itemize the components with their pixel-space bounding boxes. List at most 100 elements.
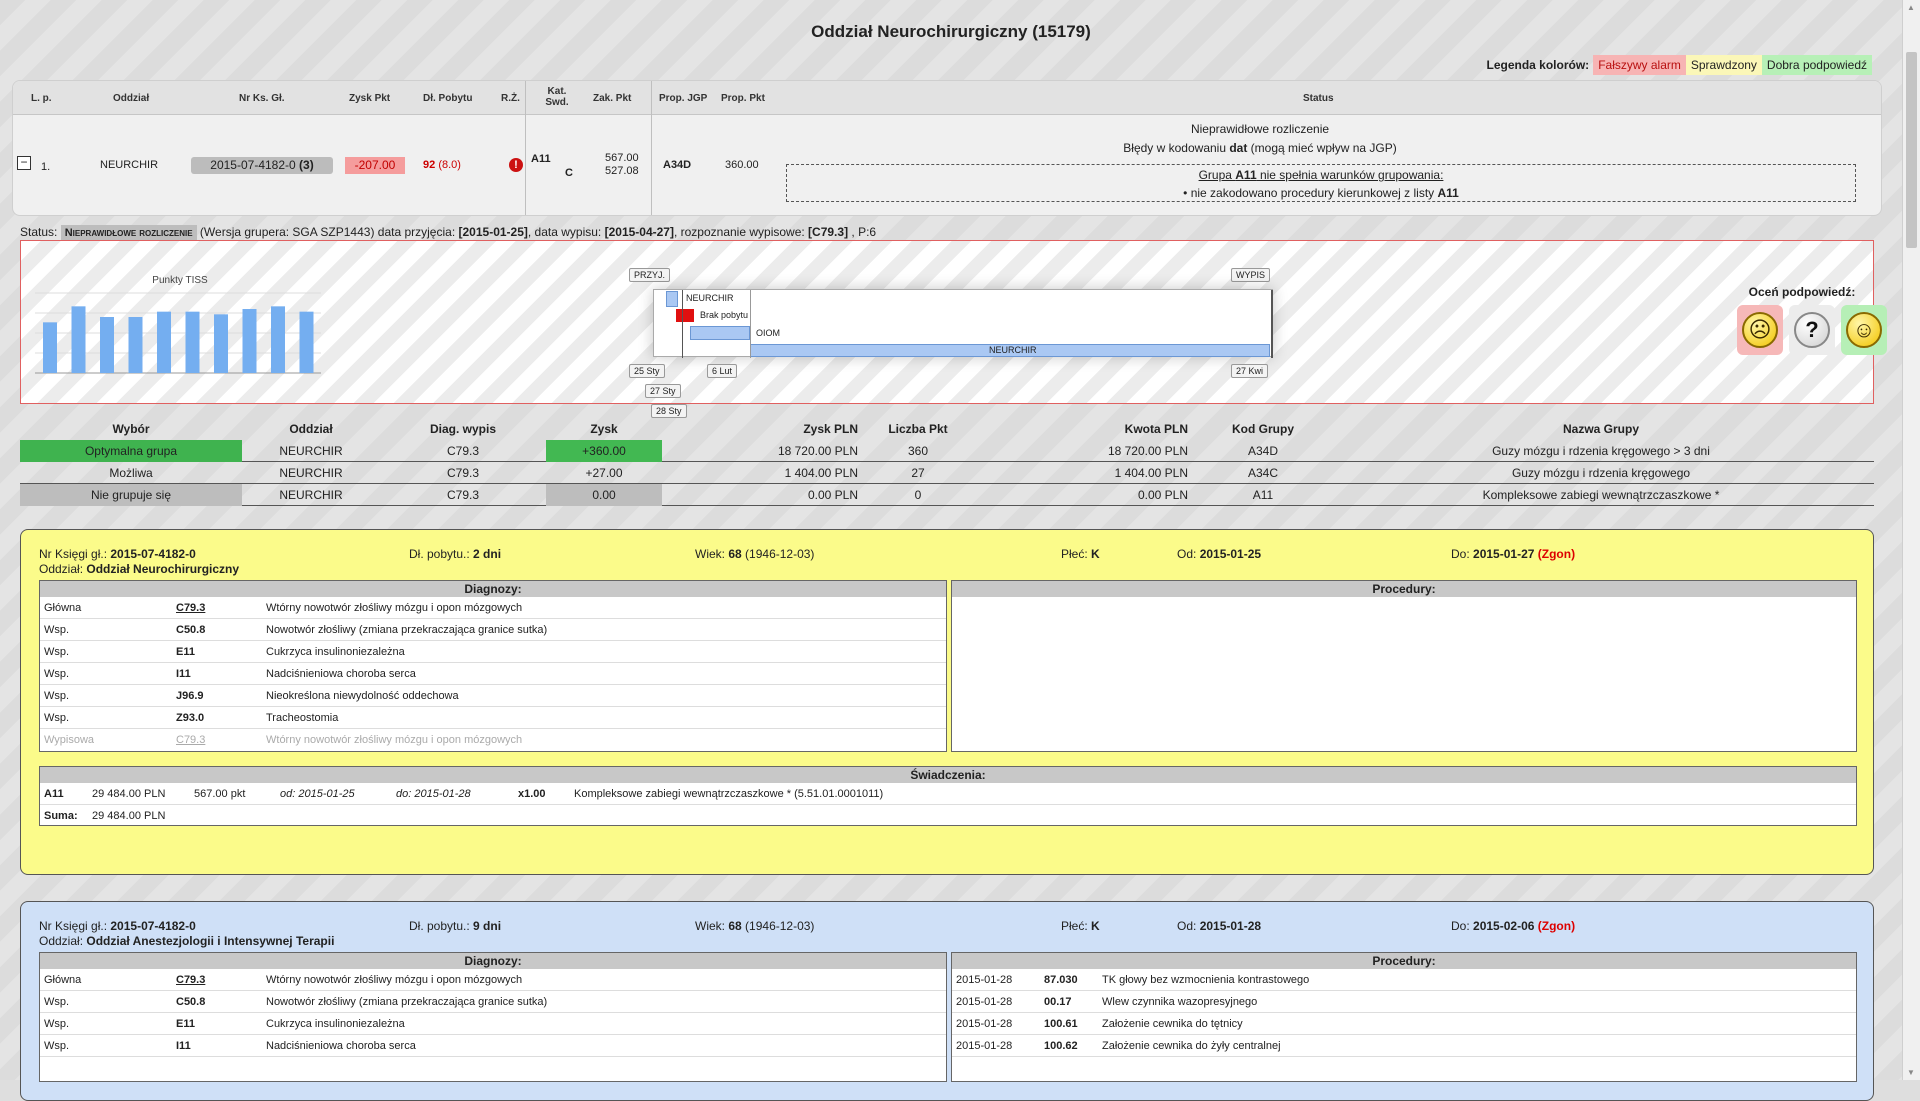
proc-name: TK głowy bez wzmocnienia kontrastowego [1102, 974, 1310, 986]
rate-title: Oceń podpowiedź: [1748, 285, 1856, 299]
gr-pkt: 27 [911, 466, 925, 480]
stay1-oddzial-label: Oddział: [39, 562, 84, 576]
group-warning-box: Grupa A11 nie spełnia warunków grupowani… [786, 164, 1856, 202]
gr-kwota: 0.00 PLN [1137, 488, 1188, 502]
group-warning-line-1[interactable]: Grupa A11 nie spełnia warunków grupowani… [787, 166, 1855, 184]
stay2-dl-label: Dł. pobytu.: [409, 919, 470, 933]
question-icon: ? [1794, 312, 1830, 348]
collapse-toggle-icon[interactable]: − [17, 156, 31, 170]
stay-card-2: Nr Księgi gł.: 2015-07-4182-0 Dł. pobytu… [20, 901, 1874, 1101]
stay2-od-value: 2015-01-28 [1199, 919, 1262, 933]
status-rest-1: (Wersja grupera: SGA SZP1443) data przyj… [196, 225, 459, 239]
stay1-plec-label: Płeć: [1061, 547, 1088, 561]
group-line-2b: A11 [1437, 186, 1459, 200]
timeline-bar-brak[interactable] [676, 309, 694, 322]
proc-name: Założenie cewnika do tętnicy [1102, 1018, 1243, 1030]
diag-code: I11 [176, 668, 191, 680]
vertical-scrollbar[interactable]: ▲ ▼ [1902, 0, 1920, 1080]
diag-name: Nadciśnieniowa choroba serca [266, 668, 416, 680]
diag-type: Wsp. [44, 624, 70, 636]
diag-type: Wsp. [44, 1040, 70, 1052]
diag-code: J96.9 [176, 690, 204, 702]
row-lp: 1. [41, 161, 51, 173]
error-icon[interactable]: ! [509, 158, 523, 172]
header-rz: R.Ż. [501, 93, 520, 104]
row-dl: 92 (8.0) [423, 159, 461, 171]
diag-code: Z93.0 [176, 712, 205, 724]
proc-date: 2015-01-28 [956, 1040, 1013, 1052]
status-rest-3: , rozpoznanie wypisowe: [673, 225, 809, 239]
proc-date: 2015-01-28 [956, 974, 1013, 986]
gh-oddzial: Oddział [289, 422, 333, 436]
stay2-oddzial-label: Oddział: [39, 934, 84, 948]
diag-type: Główna [44, 602, 82, 614]
diag-code: E11 [176, 1018, 195, 1030]
stay1-wiek: Wiek: 68 (1946-12-03) [695, 547, 814, 561]
stay1-plec: Płeć: K [1061, 547, 1100, 561]
diag-code[interactable]: C79.3 [176, 969, 205, 991]
legend-checked: Sprawdzony [1685, 55, 1762, 75]
proc-name: Wlew czynnika wazopresyjnego [1102, 996, 1258, 1008]
row-kat: A11 [531, 153, 551, 165]
rate-false-alarm-button[interactable]: ☹ [1737, 305, 1783, 355]
stay-timeline: NEURCHIR Brak pobytu OIOM NEURCHIR [653, 289, 1273, 358]
proc-name: Założenie cewnika do żyły centralnej [1102, 1040, 1281, 1052]
diagnosis-row: Wsp. I11 Nadciśnieniowa choroba serca [40, 663, 946, 685]
stay1-oddzial-value: Oddział Neurochirurgiczny [86, 562, 240, 576]
stay2-wiek-value: 68 [728, 919, 742, 933]
timeline-bar-neurchir-1[interactable] [666, 291, 678, 307]
proc-date: 2015-01-28 [956, 1018, 1013, 1030]
header-zysk: Zysk Pkt [349, 93, 391, 104]
stay1-od-label: Od: [1177, 547, 1197, 561]
diag-code: I11 [176, 1040, 191, 1052]
tiss-bar [128, 317, 143, 373]
row-nr-ks-badge[interactable]: 2015-07-4182-0 (3) [191, 157, 333, 174]
diag-name: Nadciśnieniowa choroba serca [266, 1040, 416, 1052]
stay2-diag-header: Diagnozy: [40, 953, 946, 969]
diag-type: Wsp. [44, 646, 70, 658]
stay2-oddzial: Oddział: Oddział Anestezjologii i Intens… [39, 934, 334, 948]
groups-header: Wybór Oddział Diag. wypis Zysk Zysk PLN … [20, 418, 1874, 440]
gr-zysk-pln: 18 720.00 PLN [777, 444, 858, 458]
stay2-zgon: (Zgon) [1537, 919, 1576, 933]
timeline-label-oiom: OIOM [756, 328, 780, 338]
diag-code[interactable]: C79.3 [176, 729, 205, 751]
row-zak-1: 567.00 [605, 152, 639, 164]
status-line-2: Błędy w kodowaniu dat (mogą mieć wpływ n… [1000, 139, 1520, 158]
diagnosis-row: Główna C79.3 Wtórny nowotwór złośliwy mózg… [40, 969, 946, 991]
sw-mult: x1.00 [518, 788, 546, 800]
row-nr-ks-count: (3) [299, 158, 314, 172]
stay1-nr-label: Nr Księgi gł.: [39, 547, 108, 561]
scroll-up-icon[interactable]: ▲ [1907, 3, 1915, 12]
rate-checked-button[interactable]: ? [1789, 305, 1835, 355]
page-title: Oddział Neurochirurgiczny (15179) [811, 22, 1091, 41]
diag-type: Wypisowa [44, 734, 95, 746]
color-legend: Legenda kolorów: Fałszywy alarm Sprawdzo… [1487, 55, 1872, 75]
tag-date-28sty: 28 Sty [651, 404, 687, 418]
group-row-possible[interactable]: Możliwa NEURCHIR C79.3 +27.00 1 404.00 P… [20, 462, 1874, 484]
scroll-down-icon[interactable]: ▼ [1907, 1068, 1915, 1077]
proc-code: 00.17 [1044, 996, 1072, 1008]
stay2-nr-value: 2015-07-4182-0 [110, 919, 196, 933]
stay2-wiek-dob: (1946-12-03) [745, 919, 815, 933]
scrollbar-thumb[interactable] [1906, 52, 1917, 248]
row-prop-pkt: 360.00 [725, 159, 759, 171]
gr-zysk-pln: 0.00 PLN [807, 488, 858, 502]
sw-name: Kompleksowe zabiegi wewnątrzczaszkowe * … [574, 788, 884, 800]
diag-code[interactable]: C79.3 [176, 597, 205, 619]
tiss-bars [35, 292, 321, 374]
diag-type: Główna [44, 974, 82, 986]
gr-oddzial: NEURCHIR [279, 488, 343, 502]
groups-table: Wybór Oddział Diag. wypis Zysk Zysk PLN … [20, 418, 1874, 506]
sw-suma: 29 484.00 PLN [92, 810, 166, 822]
group-line-2a: • nie zakodowano procedury kierunkowej z… [1183, 186, 1438, 200]
timeline-bar-oiom[interactable] [690, 326, 750, 340]
rate-good-button[interactable]: ☺ [1841, 305, 1887, 355]
group-row-optimal[interactable]: Optymalna grupa NEURCHIR C79.3 +360.00 1… [20, 440, 1874, 462]
group-row-not-grouping[interactable]: Nie grupuje się NEURCHIR C79.3 0.00 0.00… [20, 484, 1874, 506]
header-zak: Zak. Pkt [593, 93, 632, 104]
procedure-row: 2015-01-28 00.17 Wlew czynnika wazopresyjn… [952, 991, 1856, 1013]
tiss-bar [43, 322, 57, 373]
tiss-bar [271, 306, 285, 373]
status-diag: [C79.3] [808, 225, 849, 239]
